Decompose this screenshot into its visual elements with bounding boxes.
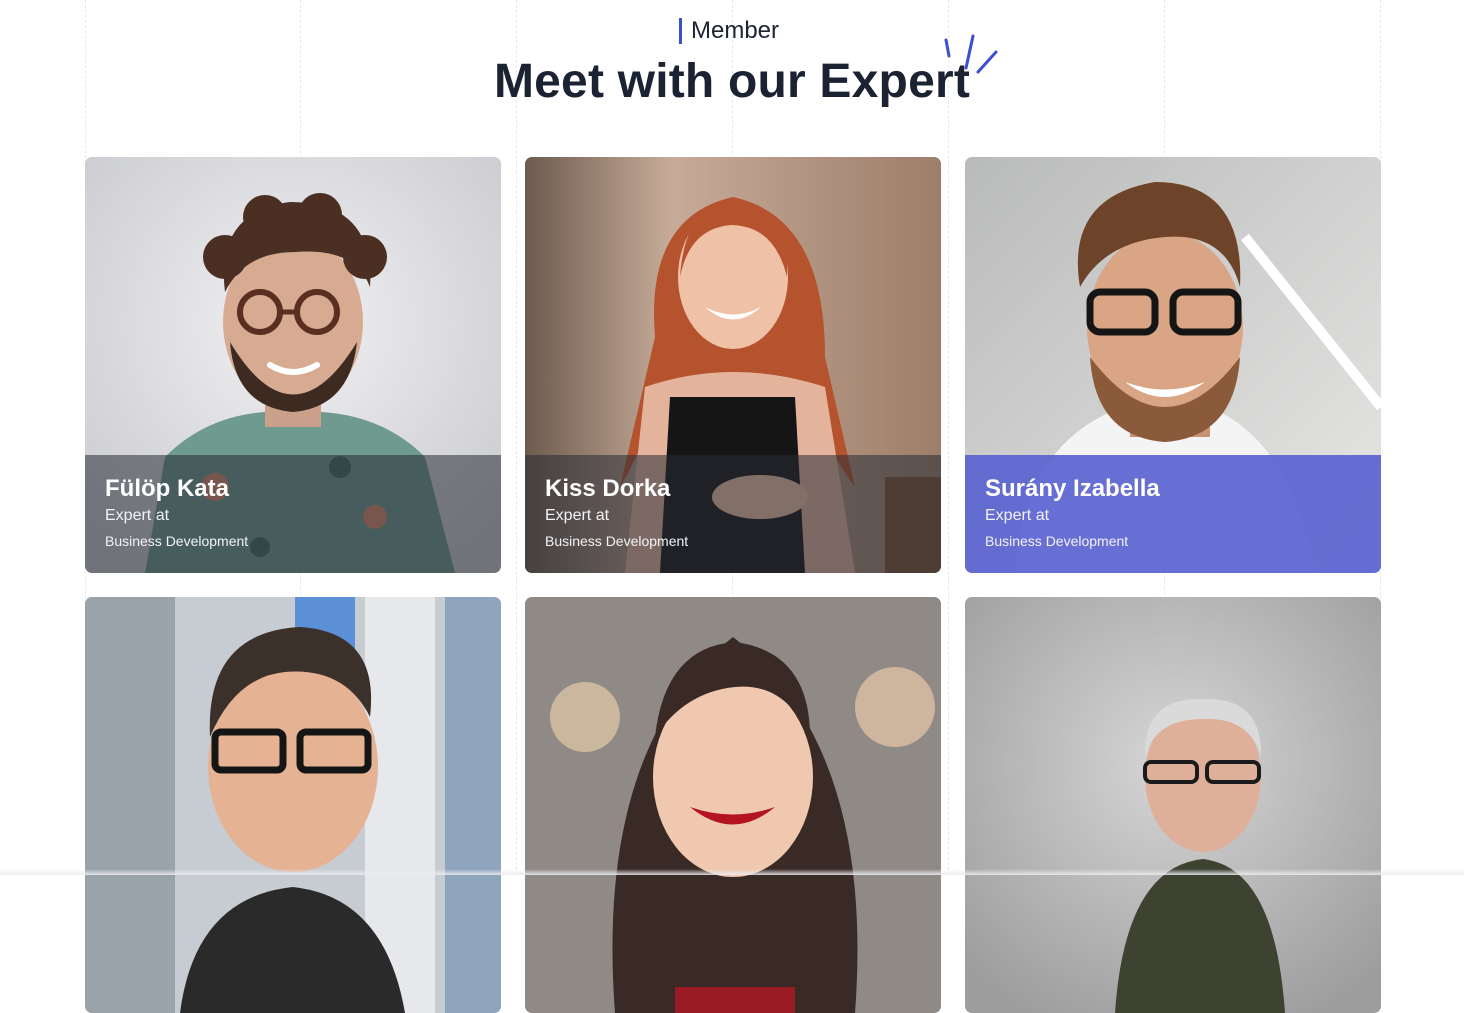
member-photo — [965, 597, 1381, 1013]
member-name[interactable]: Surány Izabella — [985, 475, 1160, 503]
member-card-1[interactable]: Fülöp Kata Expert at Business Developmen… — [85, 157, 501, 573]
member-card-3[interactable]: Surány Izabella Expert at Business Devel… — [965, 157, 1381, 573]
member-card-2[interactable]: Kiss Dorka Expert at Business Developmen… — [525, 157, 941, 573]
viewport-edge-shadow — [0, 869, 1464, 875]
eyebrow-label: Member — [691, 17, 780, 44]
member-department: Business Development — [105, 533, 249, 549]
member-name[interactable]: Kiss Dorka — [545, 475, 670, 503]
member-info-overlay: Surány Izabella Expert at Business Devel… — [965, 455, 1381, 573]
accent-bar — [679, 18, 682, 44]
member-info-overlay: Fülöp Kata Expert at Business Developmen… — [85, 455, 501, 573]
member-card-4[interactable] — [85, 597, 501, 1013]
sparkle-icon — [944, 34, 998, 74]
member-role: Expert at — [105, 507, 170, 524]
member-info-overlay: Kiss Dorka Expert at Business Developmen… — [525, 455, 941, 573]
member-role: Expert at — [985, 507, 1050, 524]
section-title: Meet with our Expert — [493, 55, 971, 108]
member-card-5[interactable] — [525, 597, 941, 1013]
member-name[interactable]: Fülöp Kata — [105, 475, 229, 503]
section-eyebrow: Member — [679, 17, 779, 45]
member-photo — [85, 597, 501, 1013]
member-photo — [525, 597, 941, 1013]
member-role: Expert at — [545, 507, 610, 524]
member-card-6[interactable] — [965, 597, 1381, 1013]
member-department: Business Development — [985, 533, 1129, 549]
member-department: Business Development — [545, 533, 689, 549]
